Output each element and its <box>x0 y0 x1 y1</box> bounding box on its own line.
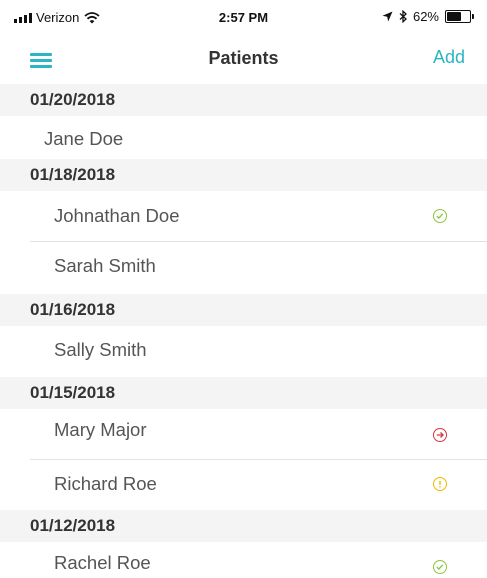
patient-name: Mary Major <box>54 419 147 440</box>
patient-name: Sarah Smith <box>54 255 156 276</box>
patient-name: Richard Roe <box>54 473 157 494</box>
patient-name: Sally Smith <box>54 339 147 360</box>
section-header-date: 01/16/2018 <box>0 294 487 326</box>
battery-fill <box>447 12 461 21</box>
patient-name: Rachel Roe <box>54 552 151 573</box>
arrow-right-circle-icon <box>433 428 447 442</box>
battery-percent: 62% <box>412 9 439 24</box>
patient-row[interactable]: Johnathan Doe <box>0 191 487 242</box>
status-bar: Verizon 2:57 PM 62% <box>0 0 487 40</box>
section-header-date: 01/12/2018 <box>0 510 487 542</box>
battery-icon <box>445 10 474 23</box>
exclamation-circle-icon <box>433 477 447 491</box>
patient-row[interactable]: Rachel Roe <box>0 542 487 578</box>
nav-bar: Patients Add <box>0 40 487 80</box>
section-header-date: 01/18/2018 <box>0 159 487 191</box>
patient-name: Jane Doe <box>44 128 124 149</box>
patient-row[interactable]: Mary Major <box>0 409 487 460</box>
patient-row[interactable]: Sally Smith <box>0 326 487 377</box>
add-patient-button[interactable]: Add <box>433 47 465 68</box>
section-header-date: 01/15/2018 <box>0 377 487 409</box>
location-arrow-icon <box>382 11 393 22</box>
status-right: 62% <box>382 9 474 24</box>
check-circle-icon <box>433 560 447 574</box>
patient-name: Johnathan Doe <box>54 205 180 226</box>
patient-row[interactable]: Richard Roe <box>0 460 487 510</box>
section-header-date: 01/20/2018 <box>0 84 487 116</box>
battery-tip <box>472 14 474 19</box>
page-title: Patients <box>208 48 279 68</box>
check-circle-icon <box>433 209 447 223</box>
bluetooth-icon <box>399 10 407 23</box>
patient-row[interactable]: Sarah Smith <box>0 242 487 294</box>
patient-row[interactable]: Jane Doe <box>0 116 487 159</box>
